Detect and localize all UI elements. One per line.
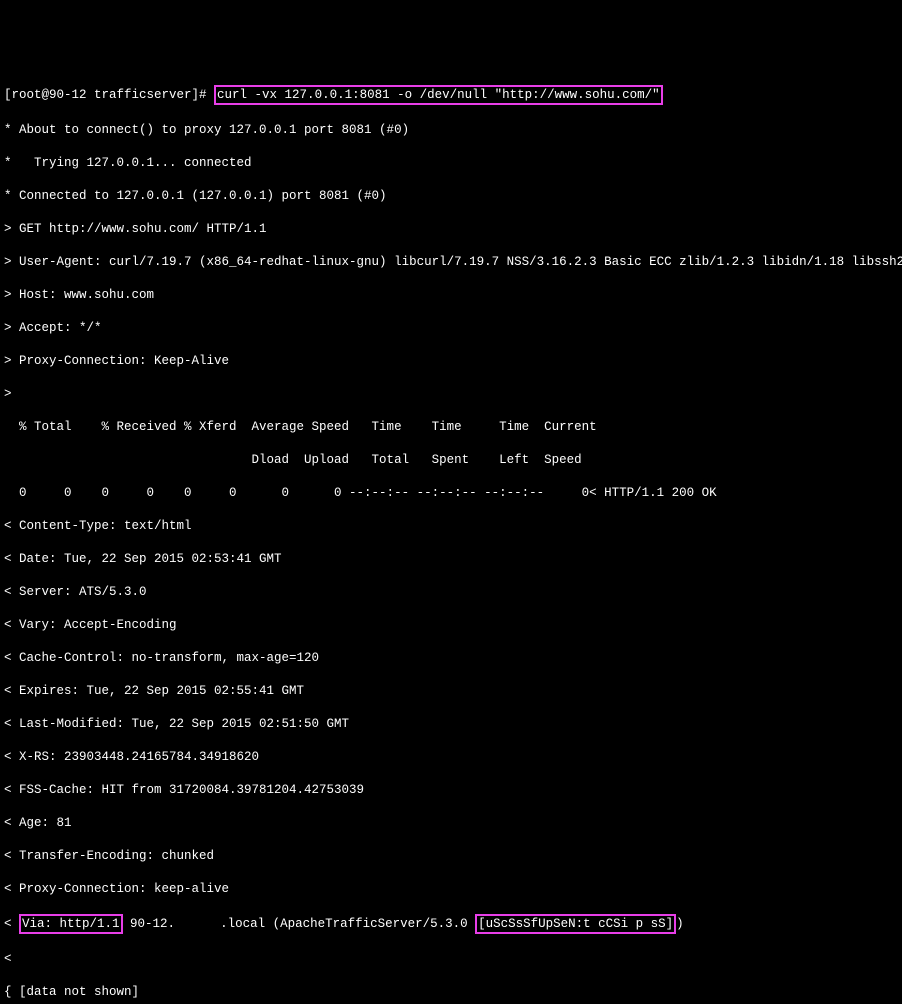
output-line: { [data not shown]: [4, 984, 898, 1001]
output-line: <: [4, 951, 898, 968]
output-line: > Host: www.sohu.com: [4, 287, 898, 304]
output-line: < Expires: Tue, 22 Sep 2015 02:55:41 GMT: [4, 683, 898, 700]
output-line: * About to connect() to proxy 127.0.0.1 …: [4, 122, 898, 139]
output-line: < X-RS: 23903448.24165784.34918620: [4, 749, 898, 766]
output-line: < Date: Tue, 22 Sep 2015 02:53:41 GMT: [4, 551, 898, 568]
output-line: * Trying 127.0.0.1... connected: [4, 155, 898, 172]
via-highlight-2: [uScSsSfUpSeN:t cCSi p sS]: [475, 914, 676, 935]
via-mid-b: .local (ApacheTrafficServer/5.3.0: [220, 917, 475, 931]
via-mid-a: 90-12.: [123, 917, 176, 931]
prompt-line: [root@90-12 trafficserver]# curl -vx 127…: [4, 85, 898, 106]
command-highlight: curl -vx 127.0.0.1:8081 -o /dev/null "ht…: [214, 85, 663, 106]
output-line: > GET http://www.sohu.com/ HTTP/1.1: [4, 221, 898, 238]
output-line: > User-Agent: curl/7.19.7 (x86_64-redhat…: [4, 254, 898, 271]
terminal-output: [root@90-12 trafficserver]# curl -vx 127…: [4, 68, 898, 1004]
output-line: > Proxy-Connection: Keep-Alive: [4, 353, 898, 370]
output-line: < FSS-Cache: HIT from 31720084.39781204.…: [4, 782, 898, 799]
output-line: > Accept: */*: [4, 320, 898, 337]
via-line: < Via: http/1.1 90-12. .local (ApacheTra…: [4, 914, 898, 935]
output-line: < Last-Modified: Tue, 22 Sep 2015 02:51:…: [4, 716, 898, 733]
output-line: < Proxy-Connection: keep-alive: [4, 881, 898, 898]
output-line: < Transfer-Encoding: chunked: [4, 848, 898, 865]
output-line: < Content-Type: text/html: [4, 518, 898, 535]
output-line: >: [4, 386, 898, 403]
via-prefix: <: [4, 917, 19, 931]
output-line: < Vary: Accept-Encoding: [4, 617, 898, 634]
output-line: < Server: ATS/5.3.0: [4, 584, 898, 601]
output-line: 0 0 0 0 0 0 0 0 --:--:-- --:--:-- --:--:…: [4, 485, 898, 502]
output-line: < Age: 81: [4, 815, 898, 832]
output-line: % Total % Received % Xferd Average Speed…: [4, 419, 898, 436]
via-suffix: ): [676, 917, 684, 931]
output-line: < Cache-Control: no-transform, max-age=1…: [4, 650, 898, 667]
prompt-prefix: [root@90-12 trafficserver]#: [4, 88, 214, 102]
output-line: * Connected to 127.0.0.1 (127.0.0.1) por…: [4, 188, 898, 205]
via-highlight-1: Via: http/1.1: [19, 914, 123, 935]
output-line: Dload Upload Total Spent Left Speed: [4, 452, 898, 469]
